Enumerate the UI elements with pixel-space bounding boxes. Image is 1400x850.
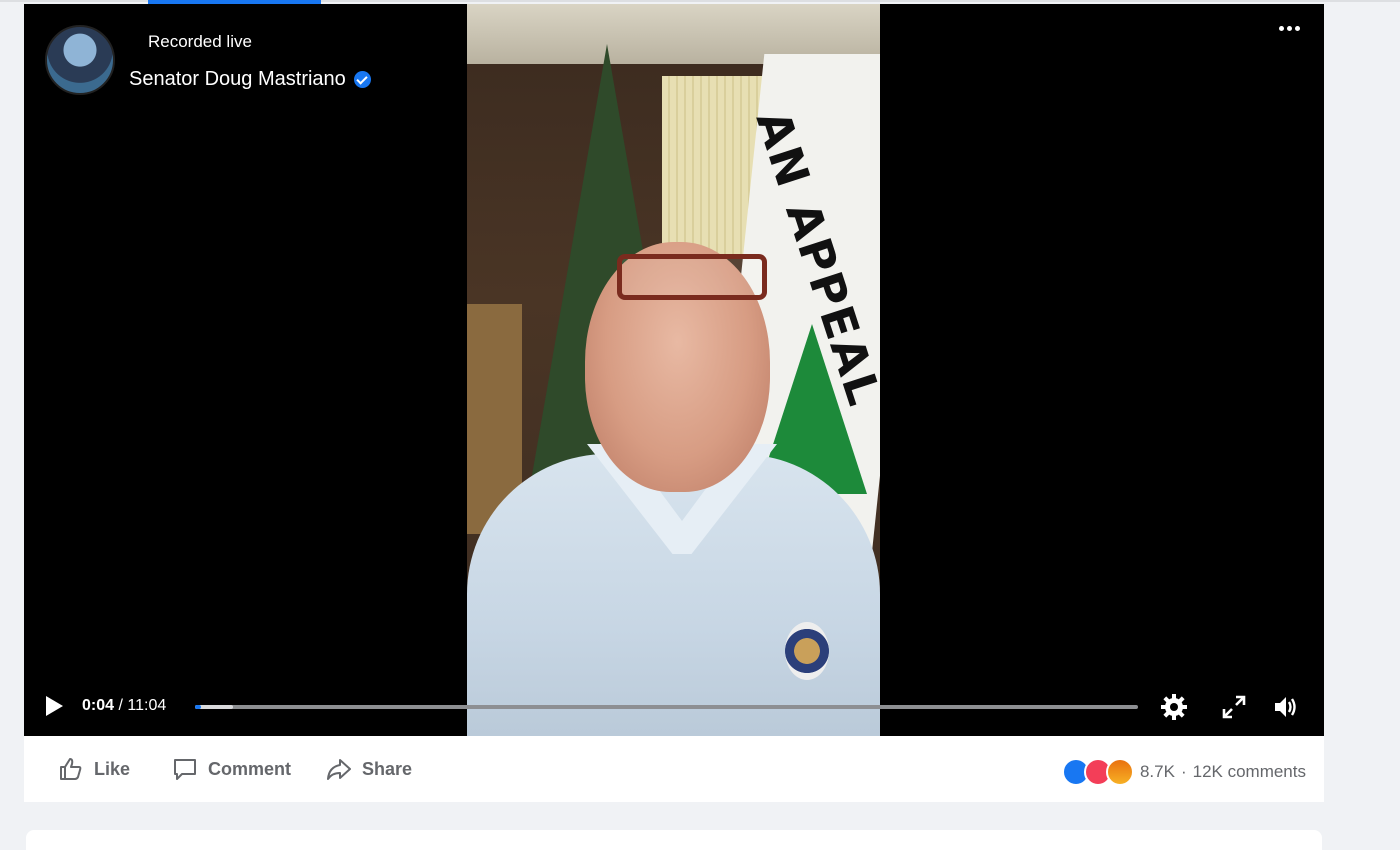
author-name[interactable]: Senator Doug Mastriano (129, 68, 371, 91)
progress-bar[interactable] (195, 705, 1138, 709)
reaction-count[interactable]: 8.7K (1140, 762, 1175, 782)
next-post-card (26, 830, 1322, 850)
play-icon[interactable] (46, 696, 63, 716)
comments-count[interactable]: 12K comments (1193, 762, 1306, 782)
angry-reaction-icon[interactable] (1105, 758, 1134, 786)
volume-icon[interactable] (1271, 692, 1301, 722)
recorded-live-label: Recorded live (148, 32, 252, 51)
share-label: Share (362, 758, 413, 779)
video-player[interactable]: AN APPEAL Recorded live Senator Doug Mas… (24, 4, 1324, 736)
share-button[interactable]: Share (326, 756, 412, 782)
avatar[interactable] (45, 25, 115, 95)
like-button[interactable]: Like (58, 756, 130, 782)
verified-icon (353, 71, 371, 88)
comment-label: Comment (208, 758, 292, 779)
reaction-summary: 8.7K · 12K comments (1061, 758, 1306, 786)
separator-dot: · (1180, 762, 1187, 781)
shirt-seal-emblem (785, 622, 829, 680)
author-name-text[interactable]: Senator Doug Mastriano (129, 68, 346, 91)
video-frame[interactable]: AN APPEAL (467, 4, 880, 736)
progress-fill (195, 705, 201, 709)
fullscreen-icon[interactable] (1219, 692, 1249, 722)
comment-button[interactable]: Comment (172, 756, 291, 782)
time-readout: 0:04 / 11:04 (82, 697, 166, 715)
speaker-glasses (617, 254, 767, 300)
settings-icon[interactable] (1159, 692, 1189, 722)
video-controls: 0:04 / 11:04 (24, 684, 1324, 728)
like-label: Like (94, 758, 131, 779)
duration: 11:04 (127, 697, 167, 714)
comment-icon (174, 759, 196, 780)
time-separator: / (118, 697, 123, 714)
more-options-icon[interactable] (1279, 26, 1300, 31)
buffer-fill (195, 705, 233, 709)
post-card: AN APPEAL Recorded live Senator Doug Mas… (24, 4, 1324, 802)
post-actions-bar: Like Comment Share 8.7K · 12K comments (24, 736, 1324, 802)
current-time: 0:04 (82, 697, 115, 714)
share-icon (327, 759, 351, 780)
like-icon (60, 758, 82, 780)
